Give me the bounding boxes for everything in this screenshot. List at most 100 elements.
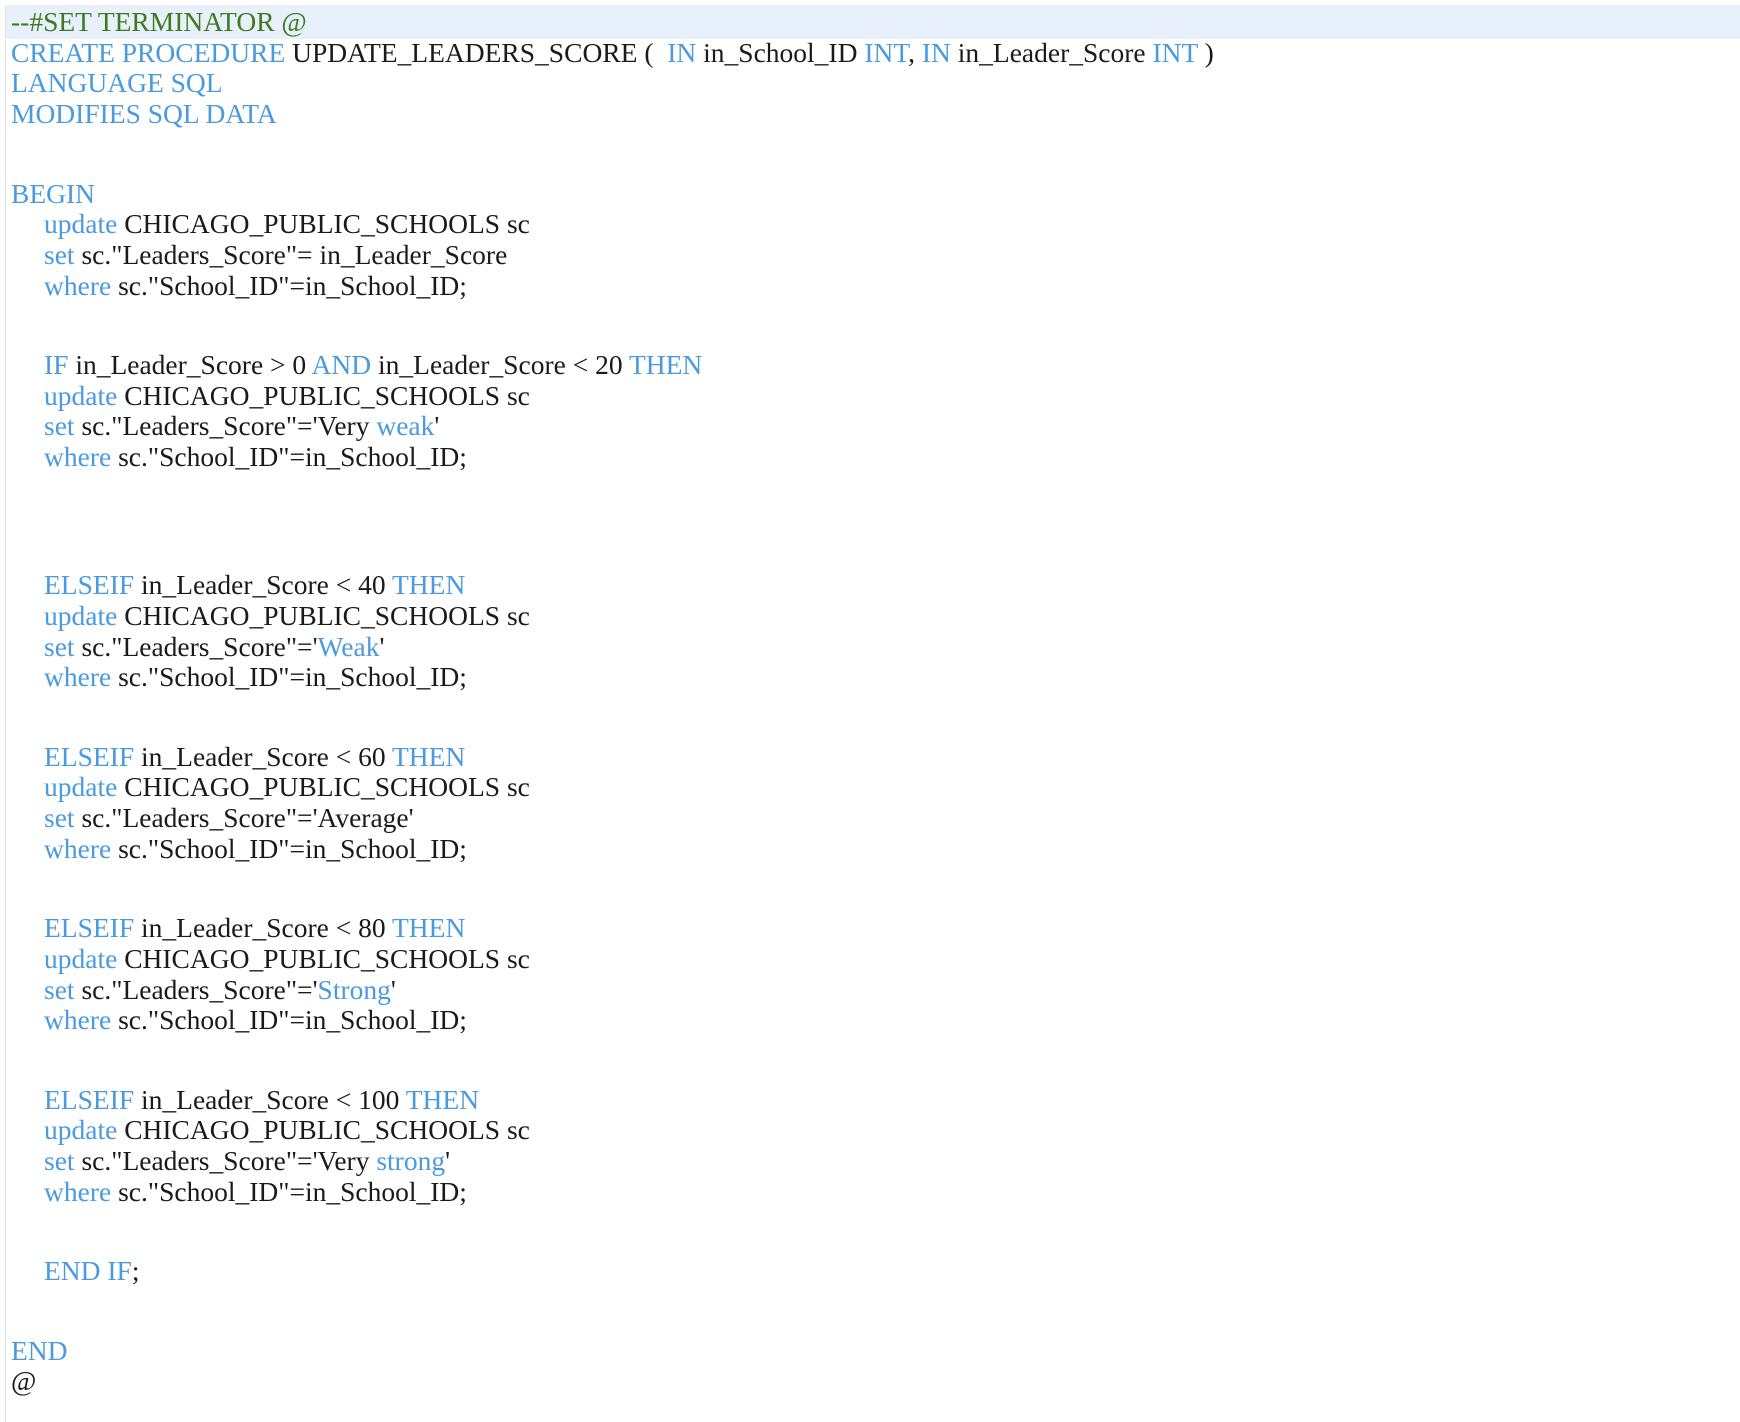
sql-text: sc."Leaders_Score"=' [74, 630, 318, 662]
sql-text: ' [379, 630, 385, 662]
code-line-29[interactable]: set sc."Leaders_Score"='Strong' [11, 973, 1740, 1007]
sql-text: @ [11, 1365, 37, 1397]
sql-text: CHICAGO_PUBLIC_SCHOOLS sc [117, 942, 530, 974]
sql-keyword: AND [311, 349, 372, 380]
sql-text: sc."School_ID"=in_School_ID; [111, 269, 467, 301]
sql-keyword: CREATE PROCEDURE [11, 36, 286, 68]
sql-text: sc."School_ID"=in_School_ID; [111, 832, 467, 864]
code-line-19[interactable]: set sc."Leaders_Score"='Weak' [11, 630, 1740, 664]
sql-keyword: set [44, 1145, 75, 1177]
code-line-28[interactable]: update CHICAGO_PUBLIC_SCHOOLS sc [11, 942, 1740, 976]
sql-keyword: update [44, 208, 118, 240]
sql-keyword: where [44, 1175, 112, 1207]
code-line-11[interactable]: IF in_Leader_Score > 0 AND in_Leader_Sco… [11, 348, 1740, 382]
code-line-4[interactable]: MODIFIES SQL DATA [11, 97, 1740, 131]
sql-text: sc."Leaders_Score"='Very [74, 410, 377, 442]
sql-text: CHICAGO_PUBLIC_SCHOOLS sc [117, 771, 530, 803]
sql-keyword: THEN [628, 349, 703, 380]
code-line-3[interactable]: LANGUAGE SQL [11, 66, 1740, 100]
sql-text: sc."School_ID"=in_School_ID; [111, 661, 467, 693]
code-line-15[interactable] [11, 471, 1740, 505]
sql-keyword: update [44, 1114, 118, 1146]
code-line-25[interactable]: where sc."School_ID"=in_School_ID; [11, 832, 1740, 866]
sql-text: ' [445, 1145, 451, 1177]
sql-text: sc."School_ID"=in_School_ID; [111, 1175, 467, 1207]
code-line-16[interactable] [11, 520, 1740, 554]
code-line-18[interactable]: update CHICAGO_PUBLIC_SCHOOLS sc [11, 599, 1740, 633]
sql-keyword: ELSEIF [44, 740, 135, 772]
code-line-31[interactable] [11, 1034, 1740, 1068]
sql-keyword: LANGUAGE SQL [11, 67, 223, 99]
sql-keyword: set [44, 410, 75, 442]
code-line-20[interactable]: where sc."School_ID"=in_School_ID; [11, 660, 1740, 694]
code-line-32[interactable]: ELSEIF in_Leader_Score < 100 THEN [11, 1083, 1740, 1117]
code-line-34[interactable]: set sc."Leaders_Score"='Very strong' [11, 1144, 1740, 1178]
sql-text: sc."Leaders_Score"='Very [74, 1145, 377, 1177]
code-line-37[interactable]: END IF; [11, 1254, 1740, 1288]
sql-text: sc."School_ID"=in_School_ID; [111, 1004, 467, 1036]
sql-text: CHICAGO_PUBLIC_SCHOOLS sc [117, 208, 530, 240]
code-line-40[interactable]: @ [11, 1364, 1740, 1398]
sql-text: sc."Leaders_Score"=' [74, 973, 318, 1005]
sql-keyword: weak [376, 410, 435, 442]
sql-keyword: set [44, 973, 75, 1005]
sql-keyword: where [44, 441, 112, 473]
code-line-10[interactable] [11, 299, 1740, 333]
sql-text: , [908, 36, 922, 68]
sql-text: UPDATE_LEADERS_SCORE ( [285, 36, 668, 68]
code-line-30[interactable]: where sc."School_ID"=in_School_ID; [11, 1003, 1740, 1037]
sql-text: in_Leader_Score < 80 [134, 912, 392, 944]
code-line-36[interactable] [11, 1206, 1740, 1240]
sql-text: in_Leader_Score [950, 36, 1153, 68]
sql-text: in_Leader_Score < 40 [134, 569, 392, 601]
sql-keyword: THEN [391, 569, 466, 601]
code-line-35[interactable]: where sc."School_ID"=in_School_ID; [11, 1175, 1740, 1209]
sql-keyword: INT [864, 36, 909, 68]
sql-text: in_Leader_Score < 60 [134, 740, 392, 772]
code-line-9[interactable]: where sc."School_ID"=in_School_ID; [11, 269, 1740, 303]
code-line-17[interactable]: ELSEIF in_Leader_Score < 40 THEN [11, 568, 1740, 602]
sql-keyword: END [11, 1334, 68, 1366]
sql-text: ; [131, 1255, 140, 1287]
code-line-33[interactable]: update CHICAGO_PUBLIC_SCHOOLS sc [11, 1113, 1740, 1147]
code-line-39[interactable]: END [11, 1334, 1740, 1368]
code-line-12[interactable]: update CHICAGO_PUBLIC_SCHOOLS sc [11, 379, 1740, 413]
sql-text: CHICAGO_PUBLIC_SCHOOLS sc [117, 1114, 530, 1146]
code-line-22[interactable]: ELSEIF in_Leader_Score < 60 THEN [11, 740, 1740, 774]
sql-keyword: where [44, 1004, 112, 1036]
sql-text: in_School_ID [696, 36, 865, 68]
sql-text: ) [1197, 36, 1214, 68]
sql-keyword: update [44, 771, 118, 803]
sql-code-editor[interactable]: --#SET TERMINATOR @ CREATE PROCEDURE UPDA… [5, 5, 1740, 1422]
sql-text: sc."Leaders_Score"= in_Leader_Score [74, 238, 508, 270]
code-line-27[interactable]: ELSEIF in_Leader_Score < 80 THEN [11, 911, 1740, 945]
sql-keyword: INT [1152, 36, 1198, 68]
sql-text: in_Leader_Score < 20 [371, 349, 629, 380]
code-line-26[interactable] [11, 863, 1740, 897]
sql-keyword: set [44, 630, 75, 662]
code-line-23[interactable]: update CHICAGO_PUBLIC_SCHOOLS sc [11, 770, 1740, 804]
code-line-7[interactable]: update CHICAGO_PUBLIC_SCHOOLS sc [11, 207, 1740, 241]
code-line-13[interactable]: set sc."Leaders_Score"='Very weak' [11, 409, 1740, 443]
sql-keyword: Strong [317, 973, 391, 1005]
code-line-38[interactable] [11, 1285, 1740, 1319]
sql-text: ' [390, 973, 396, 1005]
sql-keyword: IN [667, 36, 697, 68]
code-line-24[interactable]: set sc."Leaders_Score"='Average' [11, 801, 1740, 835]
code-line-1[interactable]: --#SET TERMINATOR @ [6, 5, 1740, 39]
sql-text: sc."School_ID"=in_School_ID; [111, 441, 467, 473]
sql-text: in_Leader_Score < 100 [134, 1083, 406, 1115]
code-line-21[interactable] [11, 691, 1740, 725]
code-line-5[interactable] [11, 128, 1740, 162]
sql-keyword: THEN [391, 912, 466, 944]
code-line-14[interactable]: where sc."School_ID"=in_School_ID; [11, 440, 1740, 474]
sql-keyword: strong [376, 1145, 446, 1177]
sql-keyword: update [44, 379, 118, 411]
sql-text: ' [434, 410, 440, 442]
code-line-2[interactable]: CREATE PROCEDURE UPDATE_LEADERS_SCORE ( … [11, 36, 1740, 70]
sql-keyword: THEN [405, 1083, 480, 1115]
code-line-6[interactable]: BEGIN [11, 177, 1740, 211]
sql-keyword: where [44, 832, 112, 864]
sql-text: CHICAGO_PUBLIC_SCHOOLS sc [117, 599, 530, 631]
code-line-8[interactable]: set sc."Leaders_Score"= in_Leader_Score [11, 238, 1740, 272]
